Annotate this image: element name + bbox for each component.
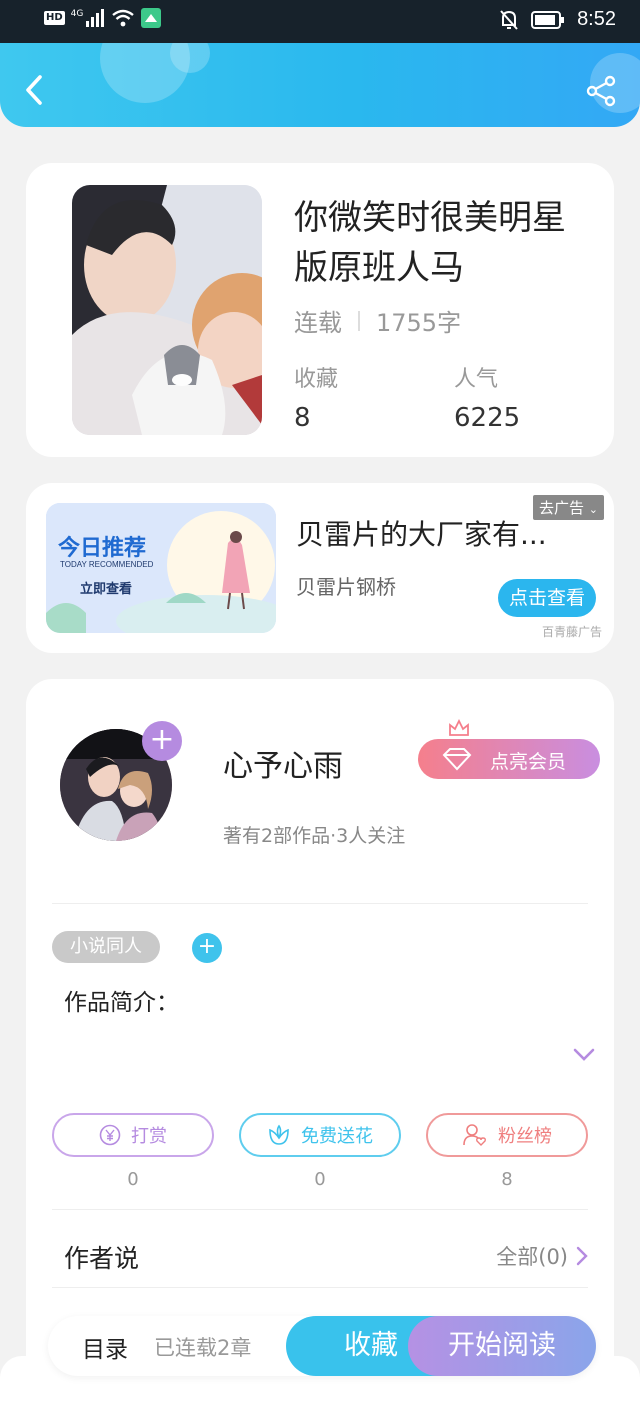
network-type: 4G — [70, 9, 84, 19]
mute-bell-icon — [500, 9, 518, 30]
ad-source: 百青藤广告 — [541, 625, 602, 639]
signal-icon — [86, 9, 105, 27]
chevron-right-icon — [576, 1246, 588, 1266]
header-bar — [0, 43, 640, 127]
ad-subtitle: 贝雷片钢桥 — [296, 575, 396, 599]
tip-count: 0 — [127, 1169, 139, 1190]
start-reading-button[interactable]: 开始阅读 — [408, 1316, 596, 1376]
tip-label: 打赏 — [131, 1126, 167, 1147]
author-say-label: 作者说 — [64, 1244, 140, 1273]
wifi-icon — [112, 9, 135, 27]
notification-app-icon — [141, 8, 162, 28]
add-tag-button[interactable]: + — [192, 933, 222, 963]
ad-image-subtitle: TODAY RECOMMENDED — [60, 560, 154, 569]
fan-user-icon — [463, 1124, 486, 1146]
plus-icon: + — [149, 722, 175, 757]
follow-author-button[interactable]: + — [142, 721, 182, 761]
ad-close-label: 去广告 — [538, 499, 584, 517]
tip-button[interactable]: 打赏 — [52, 1113, 214, 1157]
status-bar: HD 4G 8:52 — [0, 0, 640, 43]
favorites-value: 8 — [294, 403, 311, 433]
divider — [52, 1209, 588, 1210]
battery-icon — [531, 10, 565, 29]
yen-icon — [99, 1124, 121, 1146]
book-meta: 连载 1755字 — [294, 303, 461, 338]
popularity-label: 人气 — [454, 367, 499, 392]
ad-close-button[interactable]: 去广告 ⌄ — [532, 495, 604, 520]
author-stats: 著有2部作品·3人关注 — [223, 825, 406, 847]
book-cover-image[interactable] — [72, 185, 262, 435]
chapters-count: 已连载2章 — [154, 1336, 252, 1360]
word-count: 1755字 — [376, 309, 462, 337]
book-title: 你微笑时很美明星版原班人马 — [294, 198, 566, 288]
fan-ranking-button[interactable]: 粉丝榜 — [426, 1113, 588, 1157]
ad-image-title: 今日推荐 — [58, 535, 146, 561]
share-icon[interactable] — [586, 75, 618, 107]
meta-divider — [358, 310, 360, 331]
all-label: 全部(0) — [496, 1245, 568, 1269]
crown-icon — [449, 719, 469, 736]
diamond-icon — [442, 748, 472, 771]
network-badge: HD — [44, 11, 65, 25]
popularity-value: 6225 — [454, 403, 521, 433]
send-flower-button[interactable]: 免费送花 — [239, 1113, 401, 1157]
ad-image[interactable]: 今日推荐 TODAY RECOMMENDED 立即查看 — [46, 503, 276, 633]
ad-cta-button[interactable]: 点击查看 — [498, 579, 596, 617]
divider — [52, 1287, 588, 1288]
author-name[interactable]: 心予心雨 — [223, 741, 343, 785]
fan-count: 8 — [501, 1169, 513, 1190]
vip-button[interactable]: 点亮会员 — [418, 719, 600, 779]
fan-ranking-label: 粉丝榜 — [498, 1126, 552, 1147]
vip-label: 点亮会员 — [490, 751, 567, 773]
ad-image-button-text: 立即查看 — [80, 581, 132, 597]
expand-chevron-icon[interactable] — [572, 1047, 596, 1063]
status-time: 8:52 — [577, 8, 616, 30]
back-icon[interactable] — [18, 73, 52, 107]
work-tag[interactable]: 小说同人 — [52, 931, 160, 963]
plus-icon: + — [197, 934, 217, 959]
flower-icon — [269, 1124, 289, 1145]
author-work-card: + 心予心雨 著有2部作品·3人关注 点亮会员 小说同人 + 作品简介： 打赏 … — [26, 679, 614, 1399]
chevron-down-icon: ⌄ — [588, 503, 598, 516]
divider — [52, 903, 588, 904]
favorites-label: 收藏 — [294, 367, 339, 392]
toc-button[interactable]: 目录 — [82, 1330, 128, 1364]
send-flower-label: 免费送花 — [301, 1126, 373, 1147]
author-say-all-link[interactable]: 全部(0) — [496, 1241, 588, 1271]
ad-card[interactable]: 今日推荐 TODAY RECOMMENDED 立即查看 贝雷片的大厂家有... … — [26, 483, 614, 653]
flower-count: 0 — [314, 1169, 326, 1190]
book-status: 连载 — [294, 309, 342, 337]
bottom-action-bar: 目录 已连载2章 收藏 开始阅读 — [48, 1316, 596, 1376]
intro-label: 作品简介： — [64, 990, 179, 1016]
book-info-card: 你微笑时很美明星版原班人马 连载 1755字 收藏 8 人气 6225 — [26, 163, 614, 457]
